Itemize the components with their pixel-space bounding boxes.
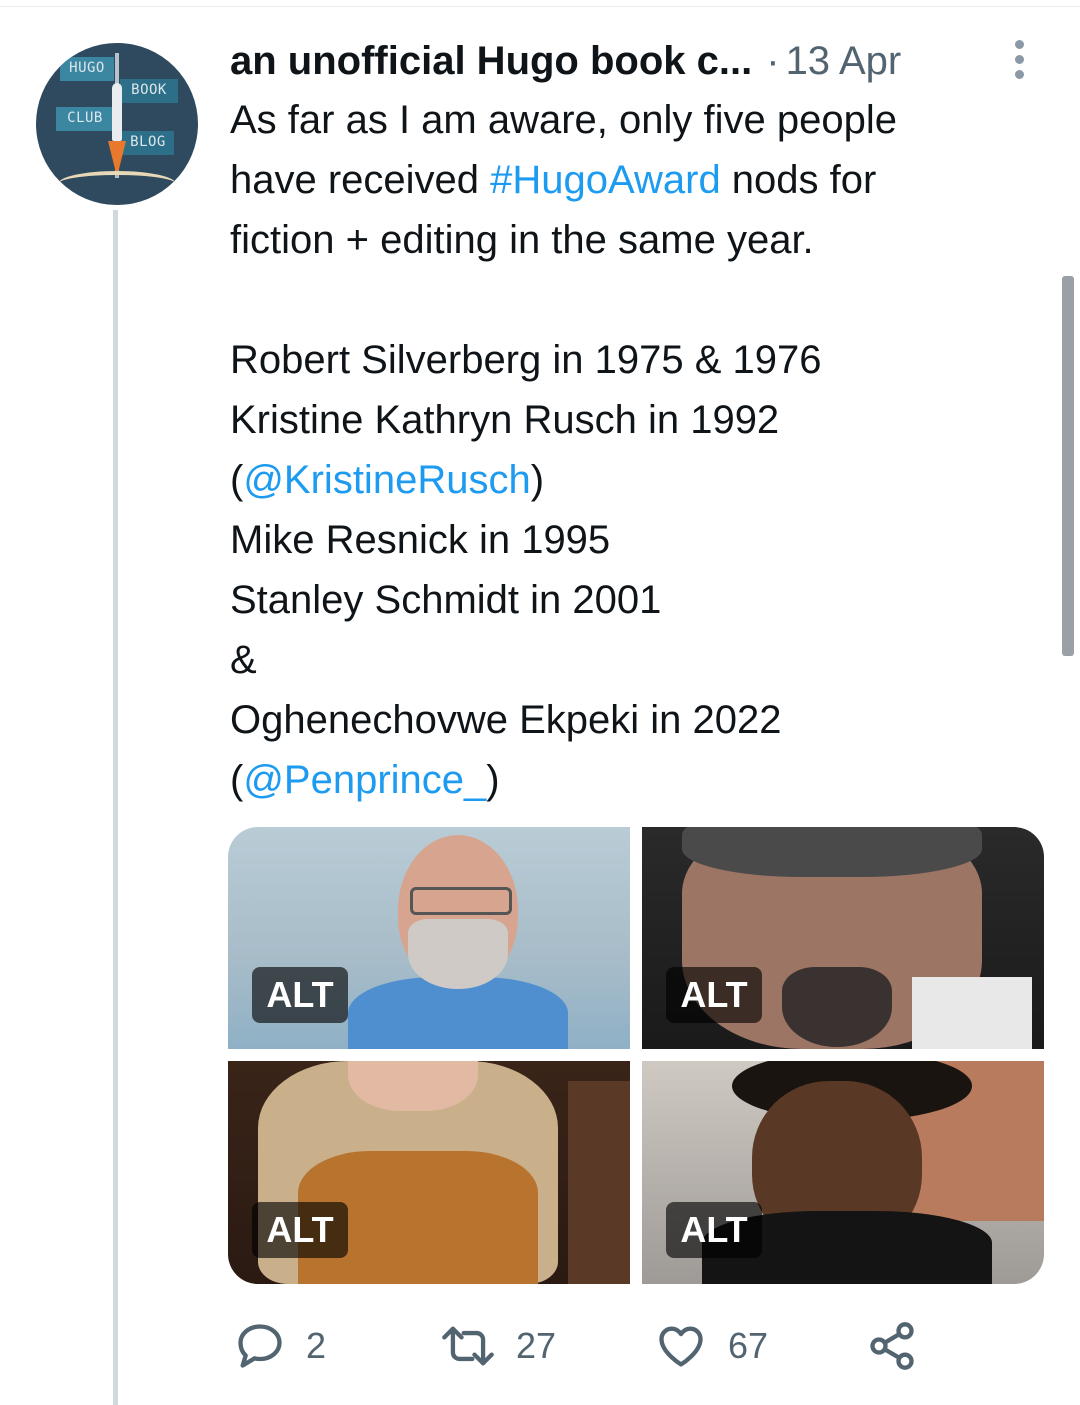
retweet-button[interactable]: 27 [440,1318,556,1374]
paren: ) [486,758,500,802]
tweet-text-segment: nods for [720,158,877,202]
paren: ( [230,458,244,502]
share-button[interactable] [866,1318,918,1374]
photo-4[interactable]: ALT [642,1061,1044,1284]
like-count: 67 [728,1325,769,1366]
paren: ( [230,758,244,802]
tweet-line: (@KristineRusch) [230,450,1030,510]
hashtag-link[interactable]: #HugoAward [490,158,721,202]
display-name[interactable]: an unofficial Hugo book c... [230,39,752,83]
photo-3[interactable]: ALT [228,1061,630,1284]
like-button[interactable]: 67 [654,1318,768,1374]
timestamp[interactable]: 13 Apr [786,39,902,83]
tweet-line: have received #HugoAward nods for [230,150,1030,210]
avatar-sign: HUGO [60,57,114,81]
reply-button[interactable]: 2 [234,1318,326,1374]
heart-icon [659,1326,703,1367]
mention-link[interactable]: @Penprince_ [243,758,486,802]
tweet-line: Mike Resnick in 1995 [230,518,611,562]
alt-badge[interactable]: ALT [666,967,762,1023]
alt-badge[interactable]: ALT [666,1202,762,1258]
action-bar: 2 27 67 [230,1318,930,1374]
media-grid: ALT ALT ALT ALT [228,827,1044,1284]
avatar-sign: CLUB [56,107,114,131]
tweet-line: fiction + editing in the same year. [230,218,814,262]
reply-icon [238,1324,282,1368]
book-icon [58,171,176,197]
photo-2[interactable]: ALT [642,827,1044,1049]
tweet-line: Robert Silverberg in 1975 & 1976 [230,338,822,382]
tweet-line: & [230,638,257,682]
avatar-sign: BLOG [122,131,174,155]
retweet-count: 27 [516,1325,557,1366]
tweet-header: an unofficial Hugo book c... · 13 Apr [230,36,901,86]
tweet-text: As far as I am aware, only five people h… [230,90,1030,810]
tweet-line: Stanley Schmidt in 2001 [230,578,662,622]
thread-line [113,210,118,1405]
retweet-icon [442,1326,494,1366]
photo-1[interactable]: ALT [228,827,630,1049]
rocket-icon [112,83,122,141]
alt-badge[interactable]: ALT [252,1202,348,1258]
reply-count: 2 [306,1325,327,1366]
tweet-line: Kristine Kathryn Rusch in 1992 [230,398,780,442]
tweet-text-segment: have received [230,158,491,202]
tweet-line: Oghenechovwe Ekpeki in 2022 [230,698,782,742]
separator-dot: · [766,39,780,83]
avatar[interactable]: HUGO BOOK CLUB BLOG [36,43,198,205]
alt-badge[interactable]: ALT [252,967,348,1023]
top-divider [0,6,1080,7]
share-icon [870,1322,914,1370]
tweet-line: (@Penprince_) [230,750,1030,810]
mention-link[interactable]: @KristineRusch [243,458,530,502]
avatar-sign: BOOK [120,79,178,103]
scrollbar[interactable] [1062,276,1074,656]
paren: ) [530,458,545,502]
more-icon[interactable] [1006,40,1034,80]
tweet-line: As far as I am aware, only five people [230,98,897,142]
